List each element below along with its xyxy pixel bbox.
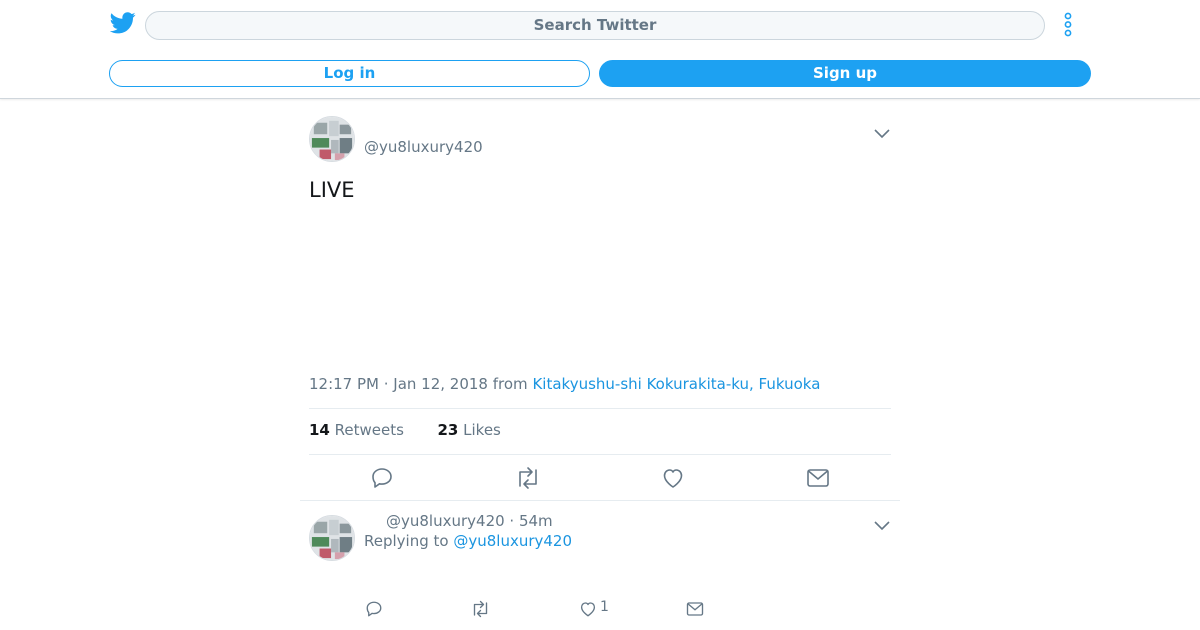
envelope-icon[interactable]: [806, 466, 830, 490]
likes-label: Likes: [463, 421, 501, 439]
retweets-stat[interactable]: 14 Retweets: [309, 421, 404, 439]
signup-button[interactable]: Sign up: [599, 60, 1091, 87]
divider: [300, 500, 900, 501]
reply-icon[interactable]: [365, 600, 383, 618]
envelope-icon[interactable]: [686, 600, 704, 618]
from-label: from: [492, 375, 528, 393]
twitter-bird-icon[interactable]: [109, 12, 136, 34]
chevron-down-icon[interactable]: [874, 516, 890, 531]
search-input[interactable]: Search Twitter: [145, 11, 1045, 40]
tweet-text: LIVE: [309, 178, 355, 202]
more-vertical-icon[interactable]: [1058, 10, 1078, 40]
replying-label: Replying to: [364, 532, 449, 550]
likes-count: 23: [437, 421, 459, 439]
replying-to: Replying to @yu8luxury420: [364, 532, 572, 550]
retweets-count: 14: [309, 421, 330, 439]
top-header: Search Twitter Log in Sign up: [0, 0, 1200, 99]
tweet-location-link[interactable]: Kitakyushu-shi Kokurakita-ku, Fukuoka: [532, 375, 820, 393]
tweet-handle[interactable]: @yu8luxury420: [364, 138, 483, 156]
tweet-stats: 14 Retweets 23 Likes: [309, 421, 501, 439]
retweets-label: Retweets: [334, 421, 404, 439]
divider: [309, 408, 891, 409]
tweet-meta: 12:17 PM · Jan 12, 2018 from Kitakyushu-…: [309, 375, 820, 393]
likes-stat[interactable]: 23 Likes: [438, 421, 501, 439]
reply-icon[interactable]: [370, 466, 394, 490]
retweet-icon[interactable]: [470, 600, 491, 618]
avatar[interactable]: [309, 116, 355, 162]
login-button[interactable]: Log in: [109, 60, 590, 87]
replying-handle-link[interactable]: @yu8luxury420: [453, 532, 572, 550]
tweet-timestamp[interactable]: 12:17 PM · Jan 12, 2018: [309, 375, 488, 393]
divider: [309, 454, 891, 455]
heart-icon[interactable]: [579, 600, 597, 618]
reply-handle-time[interactable]: @yu8luxury420 · 54m: [386, 512, 553, 530]
reply-like-count: 1: [600, 599, 609, 615]
chevron-down-icon[interactable]: [874, 124, 890, 139]
retweet-icon[interactable]: [514, 466, 542, 490]
reply-avatar[interactable]: [309, 515, 355, 561]
heart-icon[interactable]: [661, 466, 685, 490]
